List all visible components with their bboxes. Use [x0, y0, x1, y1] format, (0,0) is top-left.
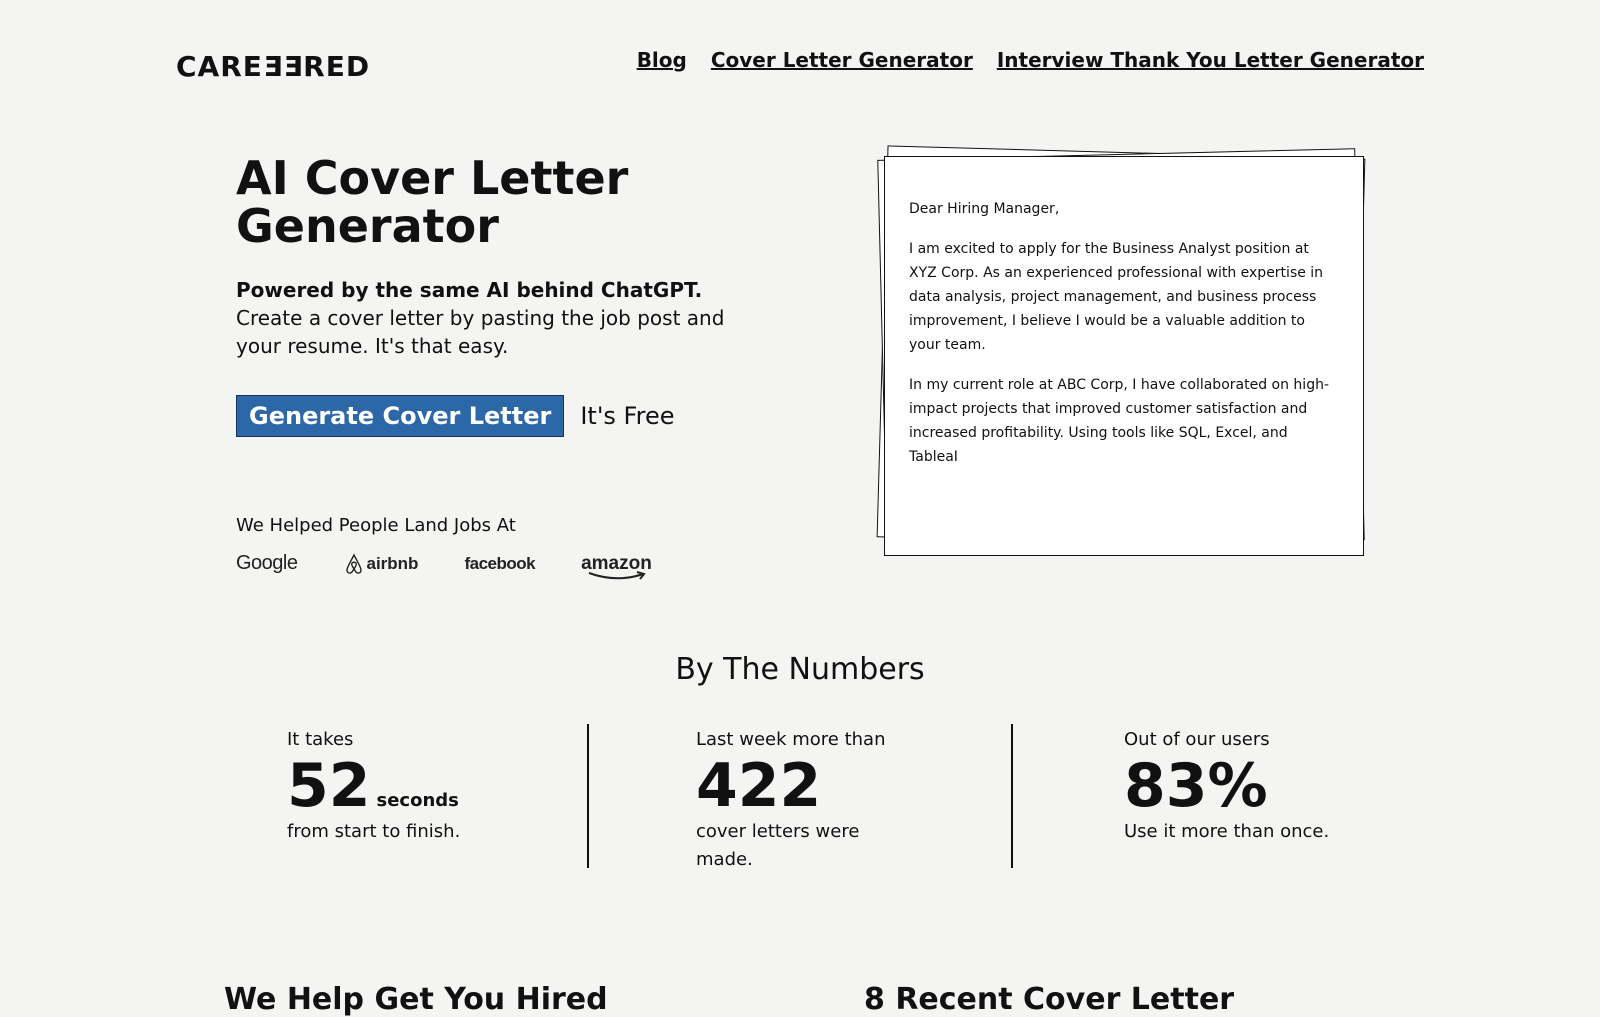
stat-tail: cover letters were made. — [696, 821, 860, 870]
stat-weekly-count: Last week more than 422 cover letters we… — [696, 726, 896, 874]
nav-link-thank-you-letter-generator[interactable]: Interview Thank You Letter Generator — [997, 48, 1424, 72]
airbnb-logo-text: airbnb — [366, 553, 419, 573]
hero-title: AI Cover Letter Generator — [236, 151, 629, 253]
amazon-smile-icon — [588, 570, 646, 580]
stat-lead: Out of our users — [1124, 729, 1270, 750]
stat-tail: Use it more than once. — [1124, 821, 1330, 842]
free-text: It's Free — [580, 402, 675, 430]
company-logos: Google airbnb facebook amazon — [236, 552, 652, 580]
stat-unit: seconds — [376, 790, 459, 811]
amazon-logo: amazon — [581, 553, 652, 580]
nav-link-cover-letter-generator[interactable]: Cover Letter Generator — [711, 48, 973, 72]
stat-lead: It takes — [287, 729, 354, 750]
stat-value: 422 — [696, 751, 822, 821]
letter-greeting: Dear Hiring Manager, — [909, 201, 1060, 217]
google-logo: Google — [236, 552, 298, 574]
logo[interactable]: CAREEERED — [176, 50, 370, 83]
cta-row: Generate Cover Letter It's Free — [236, 395, 674, 437]
main-nav: Blog Cover Letter Generator Interview Th… — [637, 48, 1424, 72]
nav-link-blog[interactable]: Blog — [637, 48, 687, 72]
stat-value: 83% — [1124, 751, 1268, 821]
letter-paragraph: In my current role at ABC Corp, I have c… — [909, 377, 1329, 465]
logo-text-flipped: EE — [262, 50, 304, 83]
sample-letter: Dear Hiring Manager, I am excited to app… — [909, 197, 1329, 485]
stat-lead: Last week more than — [696, 729, 886, 750]
stat-divider — [1011, 724, 1013, 868]
airbnb-logo: airbnb — [344, 552, 419, 575]
facebook-logo: facebook — [464, 553, 536, 573]
hero-tagline: Powered by the same AI behind ChatGPT. — [236, 278, 703, 302]
generate-cover-letter-button[interactable]: Generate Cover Letter — [236, 395, 565, 437]
airbnb-icon — [345, 552, 362, 574]
letter-paragraph: I am excited to apply for the Business A… — [909, 241, 1324, 353]
logo-text-prefix: CARE — [176, 50, 263, 83]
letter-sheet-front: Dear Hiring Manager, I am excited to app… — [884, 156, 1364, 556]
hero-subtitle: Powered by the same AI behind ChatGPT. C… — [236, 276, 756, 360]
logo-text-suffix: RED — [303, 50, 371, 83]
sample-letter-stack: Dear Hiring Manager, I am excited to app… — [870, 140, 1370, 570]
stat-divider — [587, 724, 589, 868]
numbers-title: By The Numbers — [675, 652, 925, 687]
stat-repeat-users: Out of our users 83% Use it more than on… — [1124, 726, 1329, 846]
helped-text: We Helped People Land Jobs At — [236, 515, 516, 536]
stat-tail: from start to finish. — [287, 821, 461, 842]
stat-value: 52 — [287, 751, 371, 821]
hero-description: Create a cover letter by pasting the job… — [236, 306, 725, 358]
stat-duration: It takes 52 seconds from start to finish. — [287, 726, 460, 846]
